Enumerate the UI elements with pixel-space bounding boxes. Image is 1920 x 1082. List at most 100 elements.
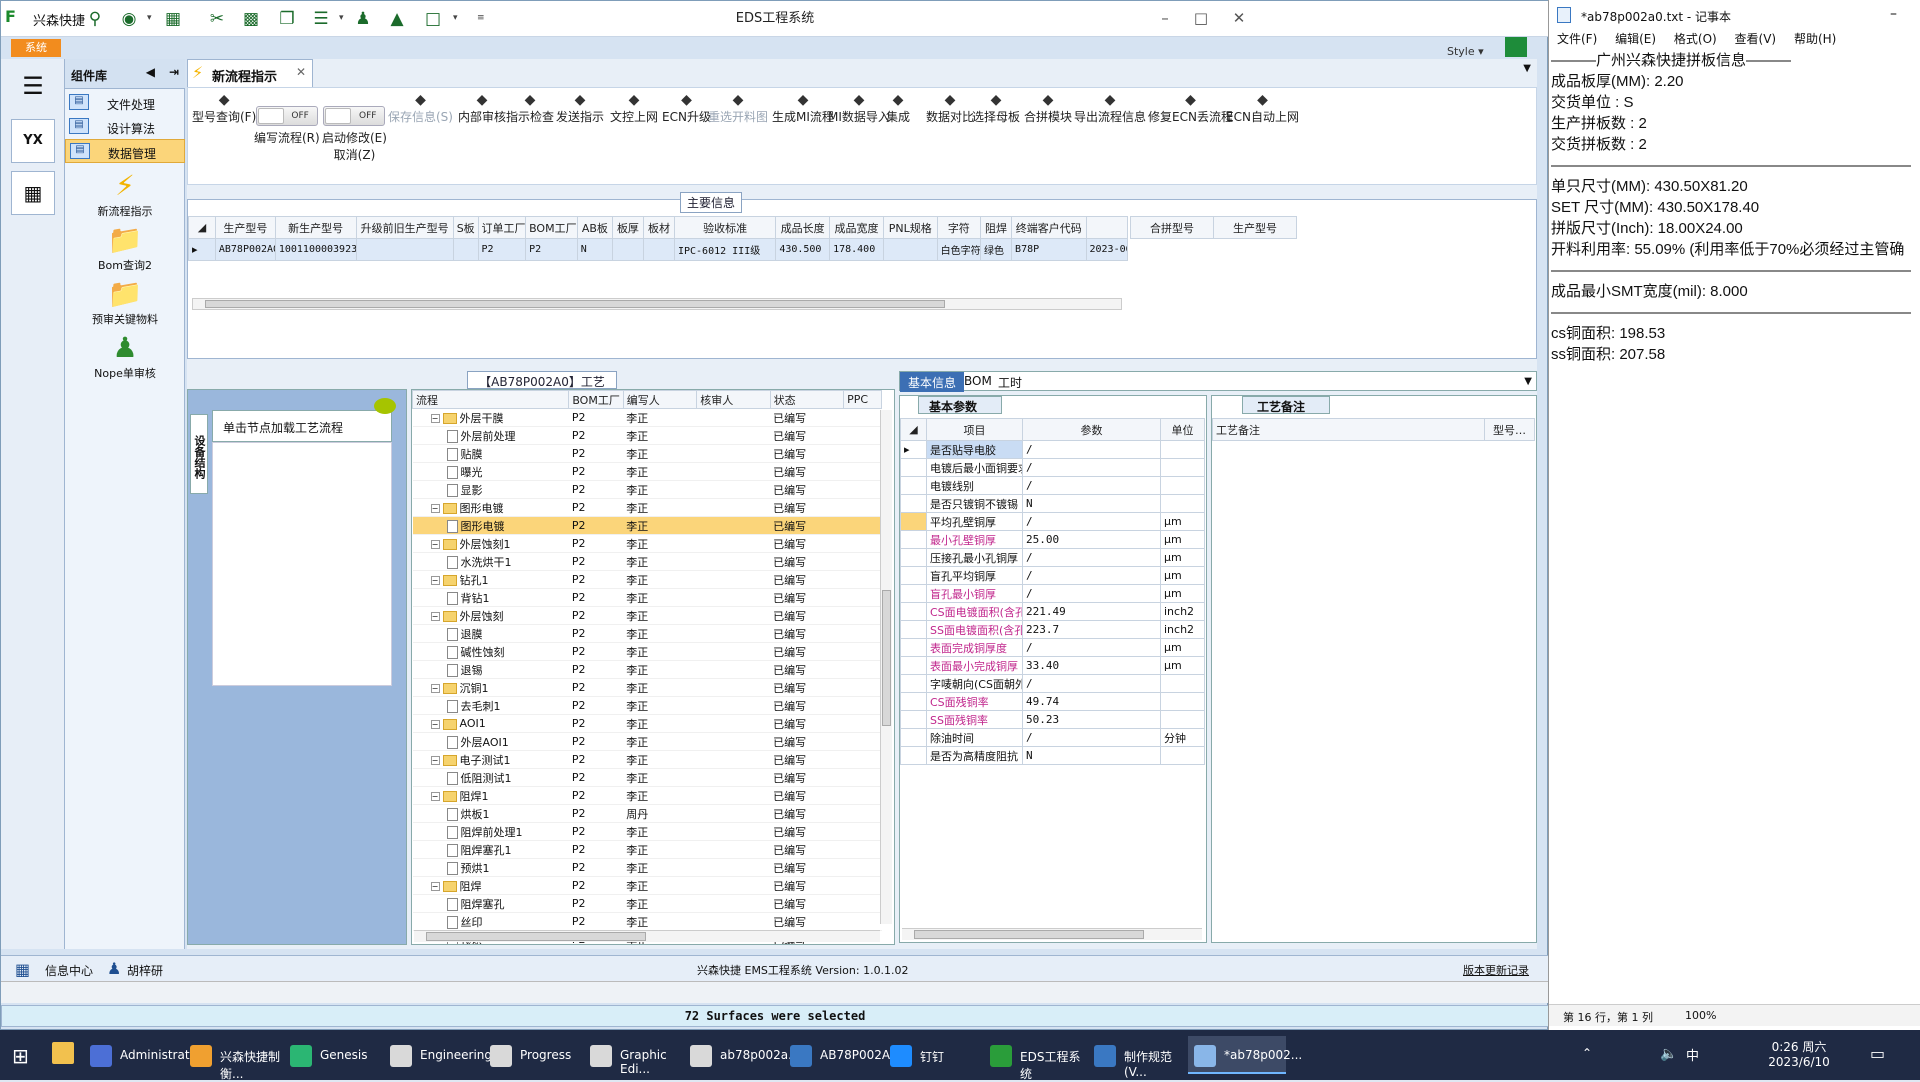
- taskbar-item[interactable]: EDS工程系统: [984, 1036, 1082, 1081]
- table-cell[interactable]: [843, 768, 882, 787]
- table-row[interactable]: 贴膜 P2 李正 已编写: [412, 444, 882, 463]
- horizontal-scrollbar[interactable]: [414, 930, 880, 942]
- table-cell[interactable]: 已编写: [770, 426, 844, 445]
- table-cell[interactable]: 已编写: [770, 678, 844, 697]
- table-cell[interactable]: [696, 588, 771, 607]
- column-header[interactable]: 字符: [936, 216, 982, 239]
- taskbar-item[interactable]: Progress: [484, 1036, 582, 1074]
- table-cell[interactable]: P2: [568, 642, 624, 661]
- table-cell[interactable]: P2: [568, 858, 624, 877]
- table-cell[interactable]: P2: [477, 238, 527, 261]
- row-selector[interactable]: [900, 746, 927, 765]
- collapse-icon[interactable]: −: [430, 504, 440, 513]
- tree-node[interactable]: 烘板1: [412, 804, 569, 823]
- horizontal-scrollbar[interactable]: [902, 928, 1202, 940]
- taskbar-item[interactable]: 兴森快捷制衡...: [184, 1036, 282, 1081]
- ribbon-button-12[interactable]: ◆ 集成: [886, 92, 910, 125]
- table-cell[interactable]: [696, 714, 771, 733]
- table-cell[interactable]: [696, 822, 771, 841]
- table-cell[interactable]: IPC-6012 III级: [673, 238, 777, 261]
- yx-logo-icon[interactable]: YX: [11, 119, 55, 163]
- table-cell[interactable]: [696, 444, 771, 463]
- table-cell[interactable]: 已编写: [770, 912, 844, 931]
- tray-chevron-icon[interactable]: ⌃: [1582, 1046, 1592, 1060]
- ribbon-button-2[interactable]: OFF 启动修改(E) 取消(Z): [322, 106, 387, 163]
- table-cell[interactable]: [696, 624, 771, 643]
- taskbar-item[interactable]: *ab78p002...: [1188, 1036, 1302, 1074]
- toggle-switch[interactable]: OFF: [255, 106, 318, 126]
- table-cell[interactable]: [696, 534, 771, 553]
- param-value[interactable]: /: [1022, 458, 1161, 477]
- pin-icon[interactable]: ⇥: [169, 65, 179, 79]
- tree-node[interactable]: 退锡: [412, 660, 569, 679]
- table-cell[interactable]: P2: [568, 786, 624, 805]
- calculator-icon[interactable]: ▦: [11, 171, 55, 215]
- tree-node[interactable]: 丝印: [412, 912, 569, 931]
- table-cell[interactable]: N: [576, 238, 613, 261]
- menu-icon[interactable]: ☰: [11, 65, 55, 109]
- table-cell[interactable]: [843, 804, 882, 823]
- notification-icon[interactable]: ▭: [1870, 1044, 1885, 1063]
- table-cell[interactable]: [843, 444, 882, 463]
- tool-key-materials[interactable]: 📁 预审关键物料: [71, 277, 179, 327]
- column-header[interactable]: 升级前旧生产型号: [355, 216, 454, 239]
- ribbon-button-15[interactable]: ◆ 合拼模块: [1024, 92, 1072, 125]
- column-header[interactable]: 成品宽度: [829, 216, 884, 239]
- table-cell[interactable]: [843, 660, 882, 679]
- column-header[interactable]: 项目: [926, 418, 1023, 441]
- table-cell[interactable]: [696, 750, 771, 769]
- table-cell[interactable]: 已编写: [770, 516, 844, 535]
- table-cell[interactable]: P2: [568, 768, 624, 787]
- table-row[interactable]: − 阻焊 P2 李正 已编写: [412, 876, 882, 895]
- table-cell[interactable]: P2: [568, 480, 624, 499]
- table-cell[interactable]: [696, 642, 771, 661]
- table-cell[interactable]: [696, 552, 771, 571]
- collapse-left-icon[interactable]: ◀: [146, 65, 155, 79]
- table-cell[interactable]: AB78P002A0: [214, 238, 276, 261]
- table-cell[interactable]: [843, 480, 882, 499]
- tree-node[interactable]: 外层AOI1: [412, 732, 569, 751]
- table-cell[interactable]: 李正: [623, 552, 697, 571]
- table-cell[interactable]: [696, 732, 771, 751]
- table-cell[interactable]: P2: [568, 498, 624, 517]
- table-cell[interactable]: [696, 894, 771, 913]
- excel-icon[interactable]: [1505, 37, 1527, 57]
- table-row[interactable]: 外层AOI1 P2 李正 已编写: [412, 732, 882, 751]
- table-cell[interactable]: [696, 426, 771, 445]
- table-cell[interactable]: P2: [568, 714, 624, 733]
- table-cell[interactable]: [882, 238, 938, 261]
- column-header[interactable]: 流程: [412, 390, 570, 409]
- table-cell[interactable]: 李正: [623, 840, 697, 859]
- row-selector[interactable]: ▸: [900, 440, 927, 459]
- table-row[interactable]: 退锡 P2 李正 已编写: [412, 660, 882, 679]
- param-value[interactable]: 25.00: [1022, 530, 1161, 549]
- toggle-switch[interactable]: OFF: [323, 106, 386, 126]
- table-cell[interactable]: [843, 696, 882, 715]
- table-cell[interactable]: 已编写: [770, 696, 844, 715]
- collapse-icon[interactable]: −: [430, 576, 440, 585]
- ribbon-button-8[interactable]: ◆ ECN升级: [662, 92, 711, 125]
- scroll-thumb[interactable]: [882, 590, 891, 726]
- collapse-icon[interactable]: −: [430, 756, 440, 765]
- param-value[interactable]: /: [1022, 566, 1161, 585]
- table-cell[interactable]: [843, 876, 882, 895]
- param-value[interactable]: 223.7: [1022, 620, 1161, 639]
- table-cell[interactable]: 430.500: [775, 238, 831, 261]
- table-row[interactable]: − 图形电镀 P2 李正 已编写: [412, 498, 882, 517]
- scroll-thumb[interactable]: [426, 932, 646, 941]
- ribbon-button-14[interactable]: ◆ 选择母板: [972, 92, 1020, 125]
- ribbon-button-16[interactable]: ◆ 导出流程信息: [1074, 92, 1146, 125]
- table-row[interactable]: 阻焊塞孔1 P2 李正 已编写: [412, 840, 882, 859]
- table-row[interactable]: 电镀线别 /: [900, 476, 1205, 495]
- taskbar-item[interactable]: Administrat...: [84, 1036, 201, 1074]
- row-selector[interactable]: [900, 638, 927, 657]
- table-cell[interactable]: 李正: [623, 444, 697, 463]
- table-cell[interactable]: 李正: [623, 426, 697, 445]
- table-cell[interactable]: 李正: [623, 678, 697, 697]
- table-cell[interactable]: 已编写: [770, 714, 844, 733]
- table-cell[interactable]: 周丹: [623, 804, 697, 823]
- table-cell[interactable]: P2: [568, 570, 624, 589]
- ribbon-button-1[interactable]: OFF 编写流程(R): [254, 106, 320, 146]
- param-value[interactable]: 33.40: [1022, 656, 1161, 675]
- table-cell[interactable]: 李正: [623, 696, 697, 715]
